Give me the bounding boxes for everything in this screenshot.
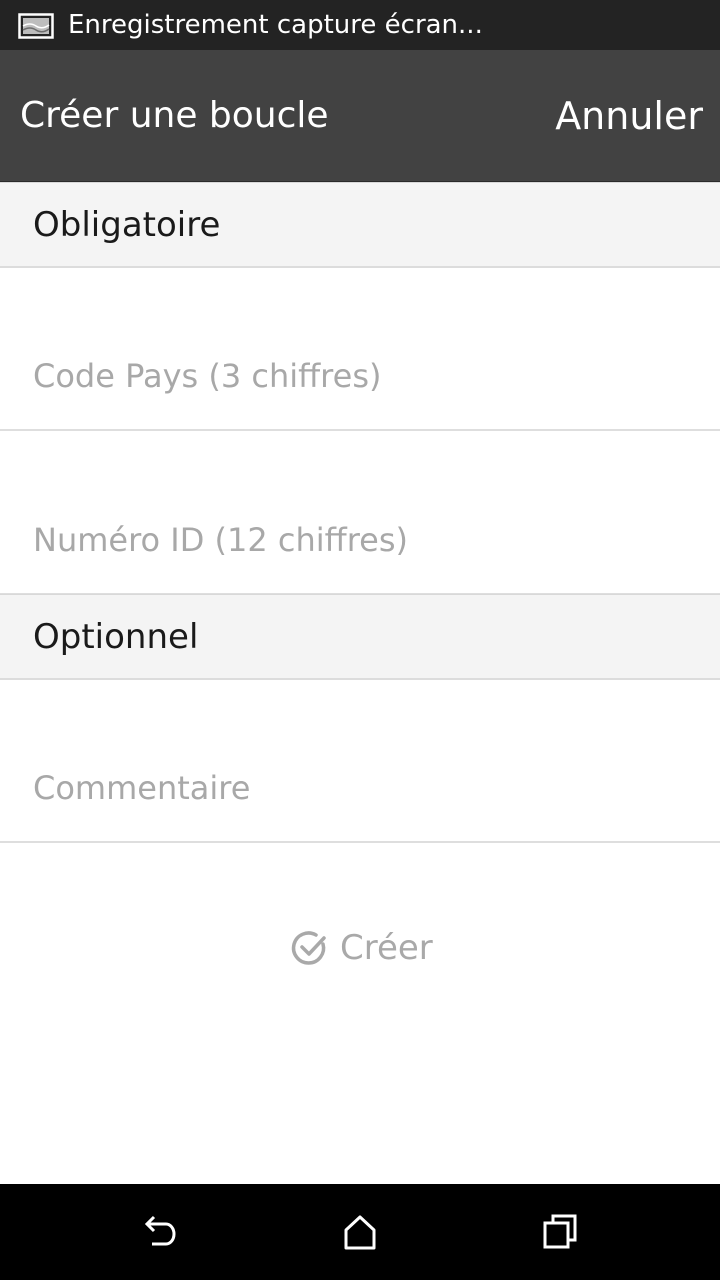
comment-field[interactable] bbox=[0, 680, 720, 843]
id-number-input[interactable] bbox=[33, 517, 693, 563]
country-code-field[interactable] bbox=[0, 268, 720, 431]
id-number-field[interactable] bbox=[0, 432, 720, 595]
page-title: Créer une boucle bbox=[20, 95, 329, 136]
country-code-input[interactable] bbox=[33, 353, 693, 399]
status-bar: Enregistrement capture écran... bbox=[0, 0, 720, 50]
create-button[interactable]: Créer bbox=[290, 924, 433, 972]
section-header-required: Obligatoire bbox=[0, 182, 720, 268]
section-title-optional: Optionnel bbox=[33, 617, 199, 657]
navigation-bar bbox=[0, 1184, 720, 1280]
cancel-button[interactable]: Annuler bbox=[555, 95, 703, 137]
home-icon[interactable] bbox=[338, 1212, 382, 1252]
check-circle-icon bbox=[291, 931, 326, 965]
notification-text: Enregistrement capture écran... bbox=[68, 10, 483, 40]
comment-input[interactable] bbox=[33, 765, 693, 811]
create-button-label: Créer bbox=[340, 928, 433, 968]
screen-recording-icon bbox=[18, 13, 54, 39]
action-bar: Créer une boucle Annuler bbox=[0, 50, 720, 182]
section-header-optional: Optionnel bbox=[0, 594, 720, 680]
recents-icon[interactable] bbox=[538, 1212, 582, 1252]
back-icon[interactable] bbox=[138, 1212, 182, 1252]
section-title-required: Obligatoire bbox=[33, 205, 221, 245]
